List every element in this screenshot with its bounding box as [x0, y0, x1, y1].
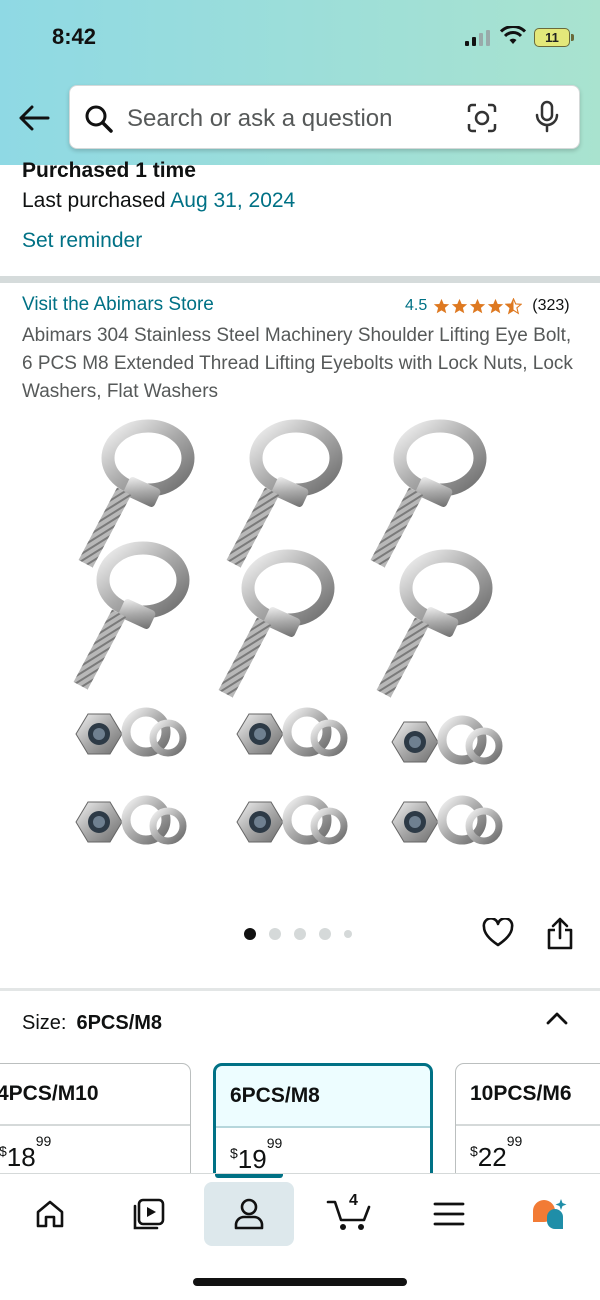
- battery-indicator: 11: [534, 28, 570, 47]
- rating-count: (323): [532, 297, 570, 314]
- nav-home[interactable]: [5, 1182, 95, 1246]
- size-option-price: $1999: [230, 1135, 282, 1175]
- card-separator: [456, 1124, 600, 1126]
- star-icon: [470, 298, 486, 313]
- carousel-dot[interactable]: [294, 928, 306, 940]
- size-label: Size:: [22, 1012, 67, 1034]
- nav-menu[interactable]: [404, 1182, 494, 1246]
- nav-account[interactable]: [204, 1182, 294, 1246]
- home-icon: [36, 1200, 64, 1228]
- search-input[interactable]: Search or ask a question: [69, 85, 580, 149]
- nav-video[interactable]: [104, 1182, 194, 1246]
- battery-level: 11: [545, 30, 559, 45]
- star-icon: [452, 298, 468, 313]
- wifi-icon: [500, 26, 526, 44]
- assistant-chat-icon: [533, 1199, 567, 1229]
- carousel-dot[interactable]: [319, 928, 331, 940]
- app-header: 8:42 11 Search or ask a question: [0, 0, 600, 165]
- heart-icon[interactable]: [482, 918, 514, 948]
- card-separator: [0, 1124, 190, 1126]
- price-whole: 18: [6, 1142, 36, 1172]
- share-icon[interactable]: [546, 916, 574, 950]
- price-fraction: 99: [266, 1135, 283, 1152]
- search-icon: [85, 105, 113, 133]
- set-reminder-link[interactable]: Set reminder: [22, 229, 142, 253]
- carousel-dot[interactable]: [269, 928, 281, 940]
- section-divider: [0, 276, 600, 283]
- section-divider: [0, 988, 600, 991]
- last-purchased-row: Last purchased Aug 31, 2024: [22, 189, 295, 213]
- status-time: 8:42: [52, 24, 97, 49]
- size-selected-value: 6PCS/M8: [76, 1012, 163, 1034]
- size-option-label: 10PCS/M6: [470, 1082, 572, 1105]
- size-option-price: $2299: [470, 1133, 522, 1173]
- video-icon: [133, 1198, 165, 1230]
- rating-stars: [433, 297, 523, 315]
- last-purchased-date[interactable]: Aug 31, 2024: [170, 189, 295, 212]
- size-option-label: 4PCS/M10: [0, 1082, 99, 1105]
- half-star-icon: [505, 297, 523, 314]
- nav-cart[interactable]: 4: [304, 1182, 394, 1246]
- nav-rufus[interactable]: [504, 1182, 594, 1246]
- star-icon: [488, 298, 504, 313]
- price-whole: 19: [237, 1144, 267, 1174]
- product-image[interactable]: [60, 412, 540, 882]
- purchase-count: Purchased 1 time: [22, 159, 196, 182]
- image-carousel-dots[interactable]: [244, 928, 365, 940]
- size-selector-header[interactable]: Size: 6PCS/M8: [22, 1012, 162, 1035]
- camera-scan-icon[interactable]: [466, 102, 498, 134]
- search-placeholder: Search or ask a question: [127, 105, 393, 132]
- person-icon: [234, 1198, 264, 1230]
- star-icon: [434, 298, 450, 313]
- price-whole: 22: [477, 1142, 507, 1172]
- cellular-signal-icon: [465, 30, 490, 46]
- store-link[interactable]: Visit the Abimars Store: [22, 294, 214, 316]
- price-currency: $: [230, 1145, 238, 1161]
- battery-tip: [571, 34, 574, 41]
- price-fraction: 99: [35, 1133, 52, 1150]
- rating-value: 4.5: [405, 297, 428, 314]
- cart-count-badge: 4: [349, 1192, 358, 1209]
- chevron-up-icon[interactable]: [544, 1008, 570, 1028]
- size-option-price: $1899: [0, 1133, 51, 1173]
- back-arrow-icon[interactable]: [16, 100, 52, 136]
- active-tab-indicator: [215, 1174, 283, 1178]
- microphone-icon[interactable]: [534, 100, 560, 134]
- price-fraction: 99: [506, 1133, 523, 1150]
- product-title: Abimars 304 Stainless Steel Machinery Sh…: [22, 325, 573, 402]
- price-currency: $: [470, 1143, 478, 1159]
- price-currency: $: [0, 1143, 7, 1159]
- size-option-label: 6PCS/M8: [230, 1084, 320, 1107]
- home-indicator: [193, 1278, 407, 1286]
- menu-icon: [433, 1202, 465, 1226]
- last-purchased-label: Last purchased: [22, 189, 166, 212]
- card-separator: [216, 1126, 430, 1128]
- carousel-dot[interactable]: [244, 928, 256, 940]
- carousel-dot[interactable]: [344, 930, 352, 938]
- rating-summary[interactable]: 4.5 (323): [405, 297, 570, 315]
